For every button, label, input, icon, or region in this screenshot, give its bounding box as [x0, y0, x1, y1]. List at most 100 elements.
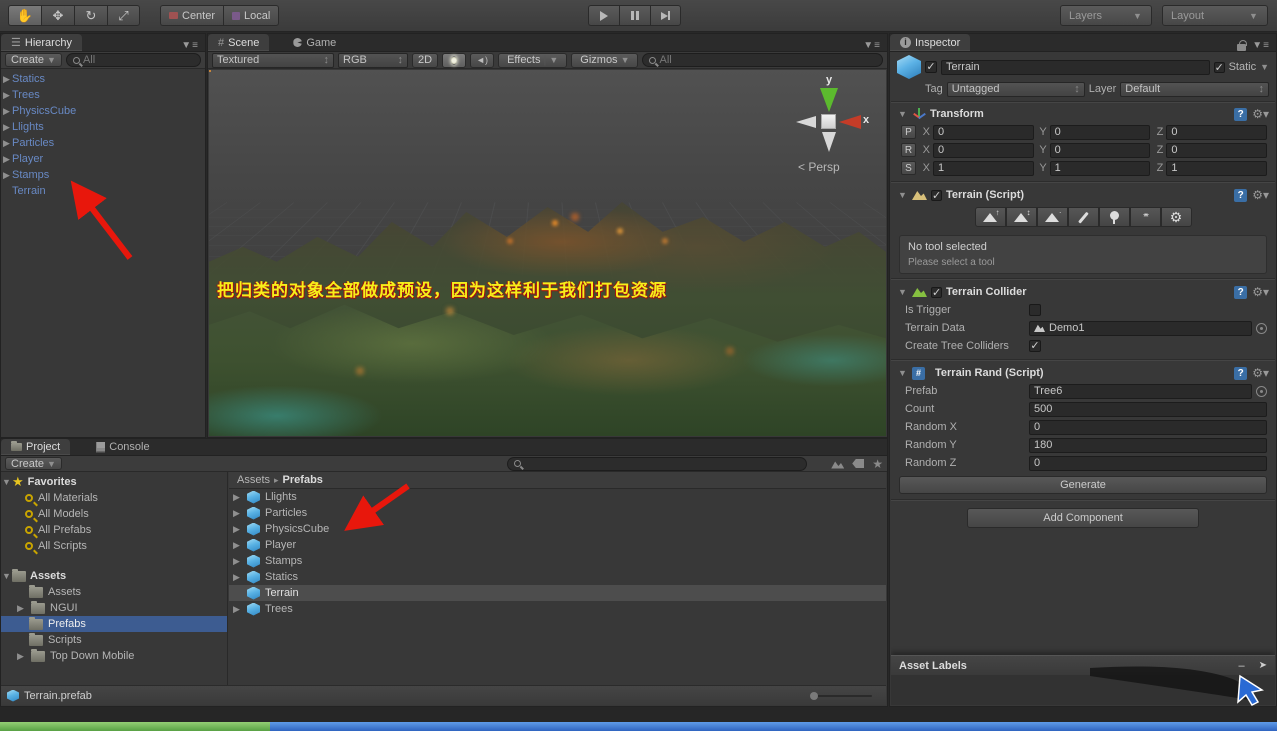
resize-handle-icon[interactable]: ➤ — [1259, 660, 1267, 672]
hierarchy-item-player[interactable]: ▶ Player — [1, 151, 205, 167]
channels-dropdown[interactable]: RGB ↕ — [338, 52, 408, 68]
layers-dropdown[interactable]: Layers ▼ — [1060, 5, 1152, 26]
tag-dropdown[interactable]: Untagged ↕ — [946, 81, 1085, 97]
axis-neg-cone-down[interactable] — [822, 132, 836, 152]
filter-by-type-icon[interactable] — [831, 461, 845, 469]
add-component-button[interactable]: Add Component — [967, 508, 1199, 528]
favorites-all-scripts[interactable]: All Scripts — [1, 538, 227, 554]
folder-ngui[interactable]: ▶ NGUI — [1, 600, 227, 616]
hierarchy-item-llights[interactable]: ▶ Llights — [1, 119, 205, 135]
folder-assets[interactable]: Assets — [1, 584, 227, 600]
help-icon[interactable]: ? — [1234, 285, 1248, 299]
slider-handle[interactable] — [810, 691, 818, 700]
paint-height-tool-button[interactable]: ↕ — [1005, 207, 1037, 227]
folder-scripts[interactable]: Scripts — [1, 632, 227, 648]
terrain-rand-header[interactable]: ▼ # Terrain Rand (Script) ? ⚙▾ — [891, 364, 1275, 382]
thumbnail-zoom-slider[interactable] — [810, 691, 872, 700]
terrain-settings-tool-button[interactable]: ⚙ — [1160, 207, 1192, 227]
count-field[interactable]: 500 — [1029, 401, 1267, 417]
transform-component-header[interactable]: ▼ Transform ? ⚙▾ — [891, 105, 1275, 123]
favorites-all-materials[interactable]: All Materials — [1, 490, 227, 506]
static-dropdown-icon[interactable]: ▼ — [1260, 62, 1269, 72]
rotate-tool-button[interactable]: ↻ — [74, 5, 107, 26]
hierarchy-create-button[interactable]: Create ▼ — [5, 53, 62, 67]
hierarchy-item-terrain[interactable]: Terrain — [1, 183, 205, 199]
help-icon[interactable]: ? — [1234, 366, 1248, 380]
gizmos-dropdown[interactable]: Gizmos ▼ — [571, 52, 639, 68]
project-create-button[interactable]: Create ▼ — [5, 457, 62, 470]
position-y-field[interactable]: 0 — [1049, 124, 1151, 140]
place-trees-tool-button[interactable] — [1098, 207, 1130, 227]
folder-top-down-mobile[interactable]: ▶ Top Down Mobile — [1, 648, 227, 664]
file-trees[interactable]: ▶ Trees — [229, 601, 886, 617]
prefab-object-field[interactable]: Tree6 — [1029, 383, 1252, 399]
axis-neg-cone-left[interactable] — [796, 116, 816, 128]
play-button[interactable] — [588, 5, 619, 26]
favorites-star-icon[interactable]: ★ — [872, 457, 883, 471]
scene-search-input[interactable]: All — [642, 53, 883, 67]
static-checkbox[interactable]: ✓ — [1213, 61, 1225, 73]
gameobject-name-field[interactable]: Terrain — [941, 59, 1210, 75]
breadcrumb-root[interactable]: Assets — [237, 474, 270, 486]
gear-icon[interactable]: ⚙▾ — [1252, 107, 1269, 121]
pause-button[interactable] — [619, 5, 650, 26]
effects-dropdown[interactable]: Effects | ▼ — [498, 52, 568, 68]
hierarchy-search-input[interactable]: All — [65, 53, 201, 67]
scene-viewport[interactable]: y x < Persp 把归类的对象全部做成预设，因为这样利于我们打包资源 — [209, 70, 886, 436]
rotation-z-field[interactable]: 0 — [1166, 142, 1268, 158]
audio-toggle-button[interactable]: ◄) — [470, 52, 495, 68]
taskbar-segment[interactable] — [270, 722, 1277, 731]
breadcrumb-current[interactable]: Prefabs — [283, 474, 323, 486]
space-local-button[interactable]: Local — [223, 5, 280, 26]
2d-toggle-button[interactable]: 2D — [412, 52, 439, 68]
panel-menu-icon[interactable]: ▼≡ — [175, 40, 205, 51]
gear-icon[interactable]: ⚙▾ — [1252, 285, 1269, 299]
file-physicscube[interactable]: ▶ PhysicsCube — [229, 521, 886, 537]
layout-dropdown[interactable]: Layout ▼ — [1162, 5, 1268, 26]
game-tab[interactable]: Game — [283, 34, 346, 51]
axis-x-cone[interactable] — [839, 115, 861, 129]
favorites-all-prefabs[interactable]: All Prefabs — [1, 522, 227, 538]
random-z-field[interactable]: 0 — [1029, 455, 1267, 471]
object-picker-icon[interactable] — [1256, 322, 1267, 334]
hierarchy-item-particles[interactable]: ▶ Particles — [1, 135, 205, 151]
hierarchy-tab[interactable]: ☰ Hierarchy — [1, 34, 82, 51]
console-tab[interactable]: Console — [86, 439, 159, 455]
paint-texture-tool-button[interactable] — [1067, 207, 1099, 227]
create-tree-colliders-checkbox[interactable]: ✓ — [1029, 340, 1041, 352]
object-picker-icon[interactable] — [1256, 385, 1267, 397]
hierarchy-item-physicscube[interactable]: ▶ PhysicsCube — [1, 103, 205, 119]
move-tool-button[interactable]: ✥ — [41, 5, 74, 26]
file-particles[interactable]: ▶ Particles — [229, 505, 886, 521]
favorites-all-models[interactable]: All Models — [1, 506, 227, 522]
position-button[interactable]: P — [901, 125, 916, 139]
gear-icon[interactable]: ⚙▾ — [1252, 188, 1269, 202]
collapse-icon[interactable]: – — [1238, 660, 1244, 672]
help-icon[interactable]: ? — [1234, 107, 1248, 121]
lock-icon[interactable] — [1237, 40, 1247, 51]
filter-by-label-icon[interactable] — [852, 459, 865, 468]
folder-prefabs[interactable]: Prefabs — [1, 616, 227, 632]
scale-tool-button[interactable]: ⤢ — [107, 5, 140, 26]
raise-height-tool-button[interactable]: ↑ — [974, 207, 1006, 227]
component-enabled-checkbox[interactable]: ✓ — [931, 286, 942, 298]
smooth-height-tool-button[interactable]: · — [1036, 207, 1068, 227]
scene-tab[interactable]: # Scene — [208, 34, 270, 51]
file-player[interactable]: ▶ Player — [229, 537, 886, 553]
paint-details-tool-button[interactable]: ** — [1129, 207, 1161, 227]
scene-orientation-gizmo[interactable]: y x < Persp — [796, 74, 869, 174]
scale-button[interactable]: S — [901, 161, 916, 175]
position-z-field[interactable]: 0 — [1166, 124, 1268, 140]
layer-dropdown[interactable]: Default ↕ — [1120, 81, 1269, 97]
pivot-center-button[interactable]: Center — [160, 5, 224, 26]
rotation-x-field[interactable]: 0 — [933, 142, 1034, 158]
help-icon[interactable]: ? — [1234, 188, 1248, 202]
lighting-toggle-button[interactable] — [442, 52, 467, 68]
gear-icon[interactable]: ⚙▾ — [1252, 366, 1269, 380]
random-y-field[interactable]: 180 — [1029, 437, 1267, 453]
favorites-root[interactable]: ▼ ★ Favorites — [1, 474, 227, 490]
axis-y-cone[interactable] — [820, 88, 838, 112]
rotation-y-field[interactable]: 0 — [1049, 142, 1151, 158]
file-llights[interactable]: ▶ Llights — [229, 489, 886, 505]
assets-root[interactable]: ▼ Assets — [1, 568, 227, 584]
